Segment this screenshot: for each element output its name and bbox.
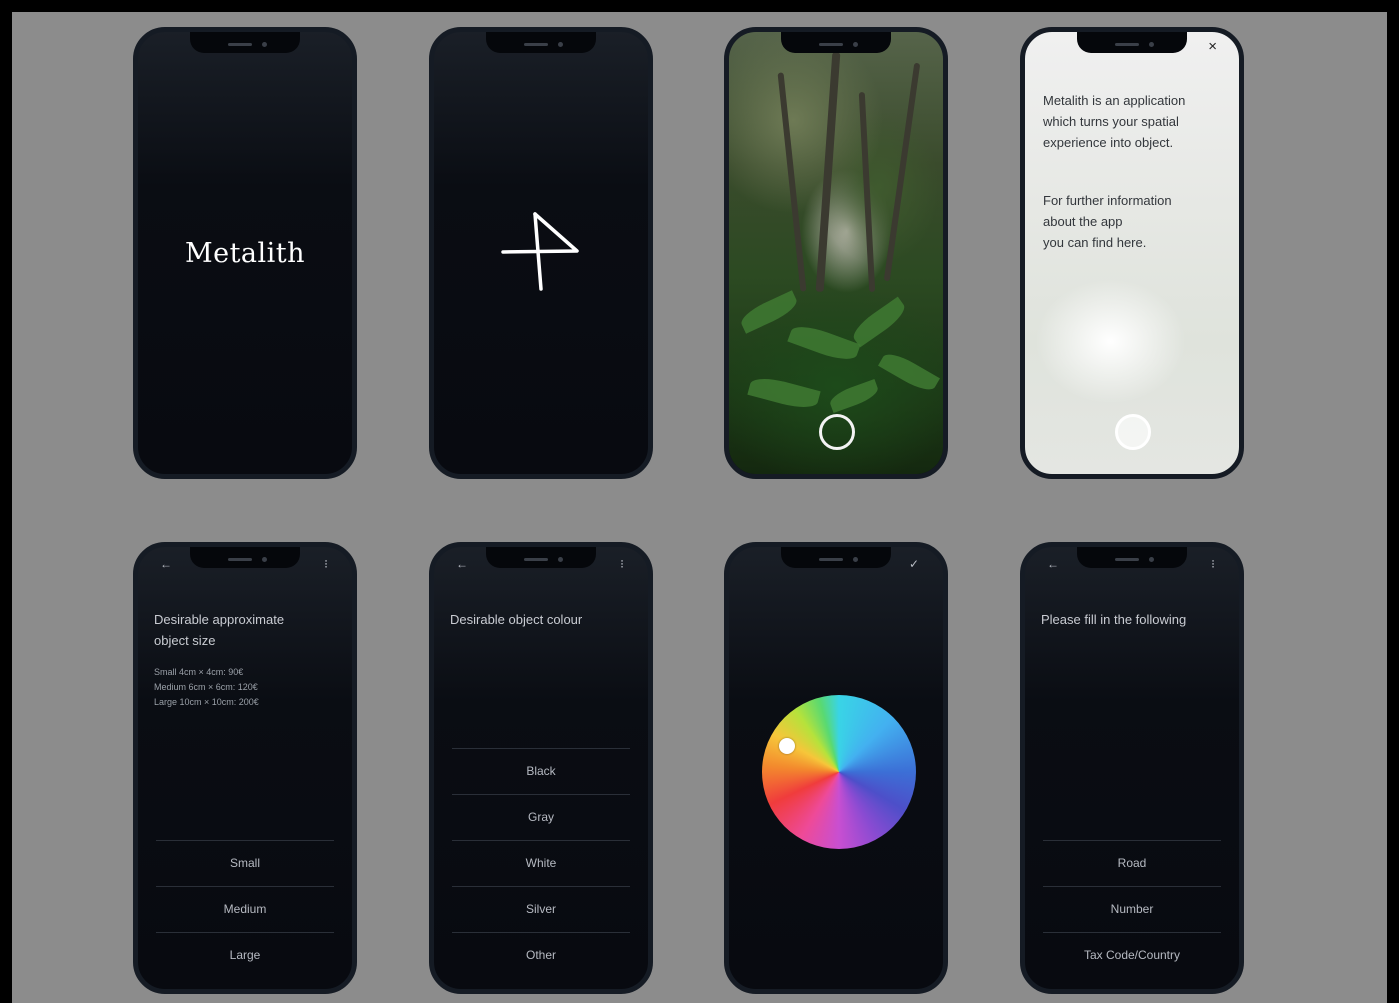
info-line: Metalith is an application: [1043, 93, 1186, 108]
option-medium[interactable]: Medium: [156, 886, 334, 932]
metalith-symbol-icon: [501, 212, 579, 291]
app-title: Metalith: [184, 238, 306, 269]
colour-picker-handle[interactable]: [779, 738, 795, 754]
presentation-board: Metalith × Metalith is an application wh…: [12, 12, 1387, 1003]
colour-screen: ← ⁝ Desirable object colour Black Gray W…: [429, 542, 653, 994]
phone-notch: [1077, 32, 1187, 53]
checkmark-icon[interactable]: ✓: [909, 557, 919, 571]
question-title: Desirable object colour: [450, 612, 583, 627]
title-line: object size: [154, 633, 216, 648]
splash-screen: Metalith: [133, 27, 357, 479]
price-item: Small 4cm × 4cm: 90€: [154, 667, 244, 677]
option-gray[interactable]: Gray: [452, 794, 630, 840]
field-tax-code-country[interactable]: Tax Code/Country: [1043, 932, 1221, 978]
info-dots-icon[interactable]: ⁝: [620, 557, 624, 571]
option-white[interactable]: White: [452, 840, 630, 886]
option-other[interactable]: Other: [452, 932, 630, 978]
price-item: Medium 6cm × 6cm: 120€: [154, 682, 258, 692]
back-arrow-icon[interactable]: ←: [456, 557, 468, 571]
phone-notch: [486, 547, 596, 568]
info-line: experience into object.: [1043, 135, 1174, 150]
colour-wheel[interactable]: [762, 695, 916, 849]
phone-notch: [190, 547, 300, 568]
price-list: Small 4cm × 4cm: 90€ Medium 6cm × 6cm: 1…: [154, 665, 259, 710]
info-line: which turns your spatial: [1043, 114, 1179, 129]
info-line: For further information: [1043, 193, 1172, 208]
question-title: Please fill in the following: [1041, 612, 1187, 627]
question-title: Desirable approximate object size: [154, 609, 334, 651]
shutter-button[interactable]: [1115, 414, 1151, 450]
info-paragraph-1: Metalith is an application which turns y…: [1043, 90, 1223, 153]
info-paragraph-2: For further information about the app yo…: [1043, 190, 1223, 253]
info-dots-icon[interactable]: ⁝: [1211, 557, 1215, 571]
size-screen: ← ⁝ Desirable approximate object size Sm…: [133, 542, 357, 994]
address-fields: Road Number Tax Code/Country: [1043, 840, 1221, 978]
option-small[interactable]: Small: [156, 840, 334, 886]
phone-notch: [781, 547, 891, 568]
option-large[interactable]: Large: [156, 932, 334, 978]
size-options: Small Medium Large: [156, 840, 334, 978]
close-icon[interactable]: ×: [1208, 38, 1217, 55]
option-silver[interactable]: Silver: [452, 886, 630, 932]
back-arrow-icon[interactable]: ←: [1047, 557, 1059, 571]
info-dots-icon[interactable]: ⁝: [324, 557, 328, 571]
camera-viewfinder: [729, 32, 943, 474]
colour-picker-screen: ✓: [724, 542, 948, 994]
colour-options: Black Gray White Silver Other: [452, 748, 630, 978]
info-link[interactable]: you can find here.: [1043, 232, 1223, 253]
form-screen: ← ⁝ Please fill in the following Road Nu…: [1020, 542, 1244, 994]
option-black[interactable]: Black: [452, 748, 630, 794]
phone-notch: [1077, 547, 1187, 568]
field-road[interactable]: Road: [1043, 840, 1221, 886]
logo-screen: [429, 27, 653, 479]
back-arrow-icon[interactable]: ←: [160, 557, 172, 571]
phone-notch: [781, 32, 891, 53]
phone-notch: [190, 32, 300, 53]
info-screen: × Metalith is an application which turns…: [1020, 27, 1244, 479]
field-number[interactable]: Number: [1043, 886, 1221, 932]
price-item: Large 10cm × 10cm: 200€: [154, 697, 259, 707]
title-line: Desirable approximate: [154, 612, 285, 627]
info-line: about the app: [1043, 214, 1123, 229]
shutter-button[interactable]: [819, 414, 855, 450]
camera-screen: [724, 27, 948, 479]
phone-notch: [486, 32, 596, 53]
